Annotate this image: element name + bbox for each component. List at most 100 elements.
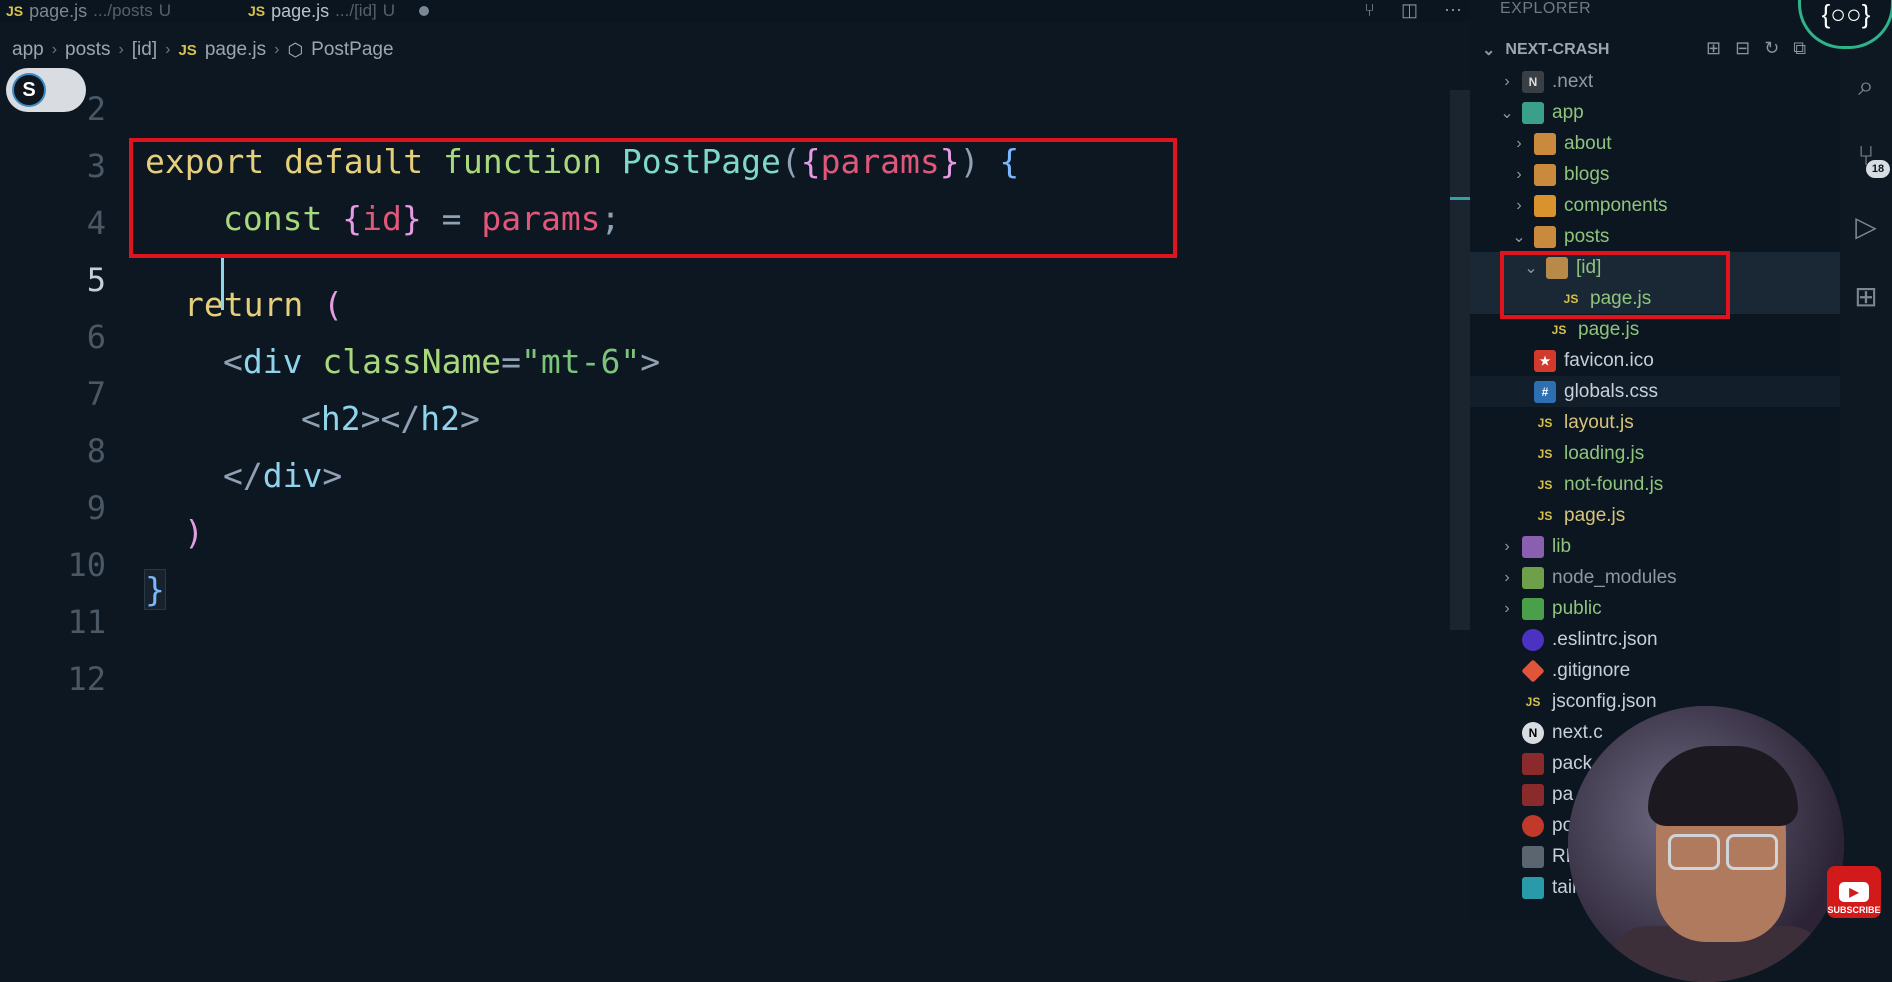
line-number: 10 [67, 545, 106, 584]
line-number-active: 5 [86, 260, 106, 299]
tree-item-lib[interactable]: › lib [1470, 531, 1868, 562]
refresh-icon[interactable]: ↻ [1764, 38, 1779, 59]
tree-item-components[interactable]: › components [1470, 190, 1880, 221]
breadcrumb-symbol[interactable]: PostPage [311, 39, 393, 61]
chevron-right-icon: › [1516, 165, 1522, 183]
css-file-icon: # [1534, 380, 1556, 403]
tab-status: U [158, 1, 171, 20]
subscribe-label: SUBSCRIBE [1827, 905, 1881, 915]
code-line-6: return ( [184, 285, 343, 324]
chevron-down-icon: ⌄ [1500, 104, 1514, 122]
breadcrumb-id[interactable]: [id] [132, 39, 157, 61]
tree-item-next[interactable]: › N .next [1470, 66, 1868, 97]
js-file-icon: JS [1537, 446, 1553, 461]
line-number: 7 [86, 374, 106, 413]
highlight-box-code [129, 138, 1177, 258]
chevron-right-icon: › [1504, 568, 1510, 586]
next-icon: N [1522, 721, 1544, 744]
new-folder-icon[interactable]: ⊟ [1735, 38, 1750, 59]
activity-bar: ⌕ ⑂ 18 ▷ ⊞ [1840, 0, 1892, 922]
tab-id-page[interactable]: JS page.js .../[id] U [248, 0, 430, 22]
line-number: 6 [86, 317, 106, 356]
webcam-overlay [1568, 706, 1844, 982]
youtube-subscribe-button[interactable]: ▶ SUBSCRIBE [1827, 866, 1881, 918]
js-file-icon: JS [1537, 415, 1553, 430]
chevron-right-icon: › [1516, 196, 1522, 214]
tab-posts-page[interactable]: JS page.js .../posts U [6, 0, 171, 22]
tree-item-favicon[interactable]: ★ favicon.ico [1470, 345, 1892, 376]
text-cursor [221, 258, 224, 310]
npm-icon [1522, 783, 1544, 806]
explorer-actions: ⊞ ⊟ ↻ ⧉ [1706, 38, 1806, 59]
public-folder-icon [1522, 597, 1544, 620]
line-number: 2 [86, 89, 106, 128]
collapse-all-icon[interactable]: ⧉ [1793, 38, 1806, 59]
breadcrumb-posts[interactable]: posts [65, 39, 110, 61]
tree-item-layout[interactable]: JSlayout.jsM [1470, 407, 1892, 438]
code-line-11: } [144, 569, 166, 610]
tree-item-not-found[interactable]: JSnot-found.jsU [1470, 469, 1892, 500]
chevron-right-icon: › [1504, 537, 1510, 555]
tree-item-blogs[interactable]: › blogs [1470, 159, 1880, 190]
next-folder-icon: N [1522, 70, 1544, 93]
tree-item-app-page[interactable]: JSpage.jsM [1470, 500, 1892, 531]
line-number: 4 [86, 203, 106, 242]
code-line-8: <h2></h2> [301, 399, 480, 438]
run-debug-icon[interactable]: ▷ [1850, 210, 1882, 242]
tree-item-node-modules[interactable]: › node_modules [1470, 562, 1868, 593]
split-editor-icon[interactable]: ◫ [1401, 0, 1418, 21]
tree-item-app[interactable]: ⌄ app [1470, 97, 1868, 128]
folder-icon [1534, 132, 1556, 155]
json-file-icon: JS [1525, 694, 1541, 709]
tree-item-eslintrc[interactable]: .eslintrc.json [1470, 624, 1886, 655]
tab-bar: JS page.js .../posts U JS page.js .../[i… [0, 0, 1470, 22]
line-number: 3 [86, 146, 106, 185]
js-file-icon: JS [6, 3, 24, 19]
play-icon: ▶ [1839, 882, 1869, 902]
js-file-icon: JS [1537, 477, 1553, 492]
tree-item-loading[interactable]: JSloading.jsU [1470, 438, 1892, 469]
tree-item-globals[interactable]: # globals.css [1470, 376, 1892, 407]
tab-status: U [382, 1, 396, 20]
js-file-icon: JS [1537, 508, 1553, 523]
markdown-icon [1522, 845, 1544, 868]
project-root[interactable]: ⌄ NEXT-CRASH [1482, 38, 1609, 62]
eslint-icon [1522, 628, 1544, 651]
line-number: 11 [67, 602, 106, 641]
tree-item-gitignore[interactable]: .gitignore [1470, 655, 1886, 686]
more-actions-icon[interactable]: ⋯ [1444, 0, 1462, 21]
breadcrumb-app[interactable]: app [12, 39, 44, 61]
source-control-badge: 18 [1866, 160, 1890, 178]
npm-icon [1522, 752, 1544, 775]
explorer-header: EXPLORER [1500, 0, 1592, 17]
line-number: 8 [86, 431, 106, 470]
tailwind-icon [1522, 876, 1544, 899]
chevron-right-icon: › [118, 41, 124, 58]
postcss-icon [1522, 814, 1544, 837]
compare-icon[interactable]: ⑂ [1364, 0, 1375, 21]
search-icon[interactable]: ⌕ [1850, 70, 1882, 102]
code-line-10: ) [184, 513, 204, 552]
tab-path: .../[id] [335, 1, 377, 20]
star-icon: ★ [1534, 349, 1556, 372]
tree-item-posts[interactable]: ⌄ posts [1470, 221, 1880, 252]
chevron-right-icon: › [1504, 72, 1510, 90]
git-icon [1521, 658, 1545, 683]
editor-scrollbar[interactable] [1450, 90, 1470, 630]
breadcrumb-file[interactable]: page.js [205, 39, 266, 61]
folder-icon [1534, 163, 1556, 186]
line-number: 9 [86, 488, 106, 527]
new-file-icon[interactable]: ⊞ [1706, 38, 1721, 59]
folder-open-icon [1534, 225, 1556, 248]
chevron-right-icon: › [165, 41, 171, 58]
breadcrumb: app › posts › [id] › JS page.js › ⬡ Post… [12, 36, 394, 64]
lib-folder-icon [1522, 535, 1544, 558]
unsaved-dot-icon[interactable] [419, 6, 430, 16]
line-number: 12 [67, 659, 106, 698]
tab-label: page.js [29, 0, 88, 21]
chevron-right-icon: › [51, 41, 58, 58]
highlight-box-tree [1500, 251, 1730, 319]
tree-item-about[interactable]: › about [1470, 128, 1880, 159]
tree-item-public[interactable]: › public [1470, 593, 1868, 624]
extensions-icon[interactable]: ⊞ [1850, 280, 1882, 312]
